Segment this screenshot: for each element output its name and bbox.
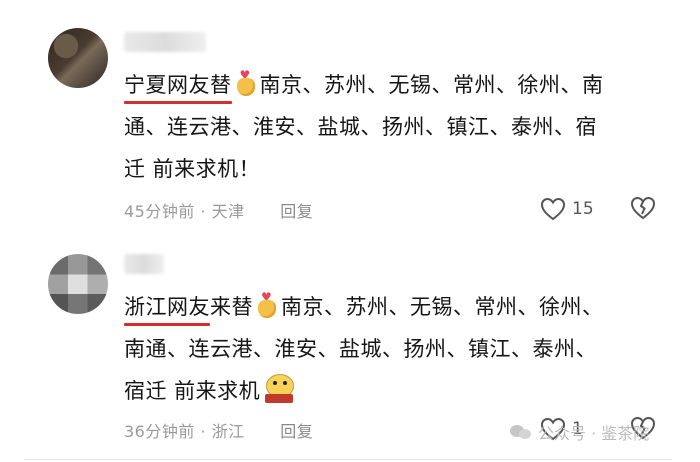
watermark: 公众号 · 鉴茶院 <box>510 420 649 444</box>
comment-text-line: 南通、连云港、淮安、盐城、扬州、镇江、泰州、 <box>124 337 597 361</box>
comment-text-line: 南京、苏州、无锡、常州、徐州、南 <box>259 73 604 97</box>
comment-text-line: 南京、苏州、无锡、常州、徐州、 <box>281 295 604 319</box>
meta-separator: · <box>200 422 207 441</box>
heart-hands-emoji-icon: ♥ <box>256 291 278 319</box>
comment-meta: 45分钟前 · 天津 回复 <box>124 198 313 222</box>
comment-meta: 36分钟前 · 浙江 回复 <box>124 418 313 442</box>
username-blurred[interactable] <box>124 32 206 52</box>
dislike-button[interactable] <box>630 196 656 224</box>
sticker-emoji-icon <box>262 374 296 404</box>
comment-text-fragment: 来替 <box>210 295 253 319</box>
divider <box>24 459 672 460</box>
comment-text: 浙江网友来替 ♥ 南京、苏州、无锡、常州、徐州、 南通、连云港、淮安、盐城、扬州、镇… <box>124 286 654 412</box>
username-blurred[interactable] <box>124 254 164 274</box>
comment-list: 宁夏网友替 ♥ 南京、苏州、无锡、常州、徐州、南 通、连云港、淮安、盐城、扬州、镇江… <box>0 0 700 462</box>
comment-time: 36分钟前 <box>124 422 195 441</box>
comment-location: 天津 <box>211 202 245 221</box>
comment-text-line: 迁 前来求机！ <box>124 157 261 181</box>
avatar[interactable] <box>48 254 108 314</box>
wechat-icon <box>510 423 532 441</box>
comment-text-line: 通、连云港、淮安、盐城、扬州、镇江、泰州、宿 <box>124 115 597 139</box>
highlighted-text: 宁夏网友替 <box>124 64 232 106</box>
like-count: 15 <box>572 199 594 219</box>
comment-text-line: 宿迁 前来求机 <box>124 379 261 403</box>
reply-button[interactable]: 回复 <box>280 202 313 221</box>
meta-separator: · <box>200 202 207 221</box>
like-button[interactable]: 15 <box>540 196 594 222</box>
comment-text: 宁夏网友替 ♥ 南京、苏州、无锡、常州、徐州、南 通、连云港、淮安、盐城、扬州、镇江… <box>124 64 664 190</box>
watermark-text: 公众号 · 鉴茶院 <box>538 424 650 443</box>
comment-location: 浙江 <box>211 422 245 441</box>
heart-outline-icon <box>540 197 566 221</box>
broken-heart-icon <box>630 196 656 220</box>
comment-time: 45分钟前 <box>124 202 195 221</box>
reply-button[interactable]: 回复 <box>280 422 313 441</box>
heart-hands-emoji-icon: ♥ <box>235 69 257 97</box>
avatar[interactable] <box>48 28 108 88</box>
highlighted-text: 浙江网友 <box>124 286 210 328</box>
